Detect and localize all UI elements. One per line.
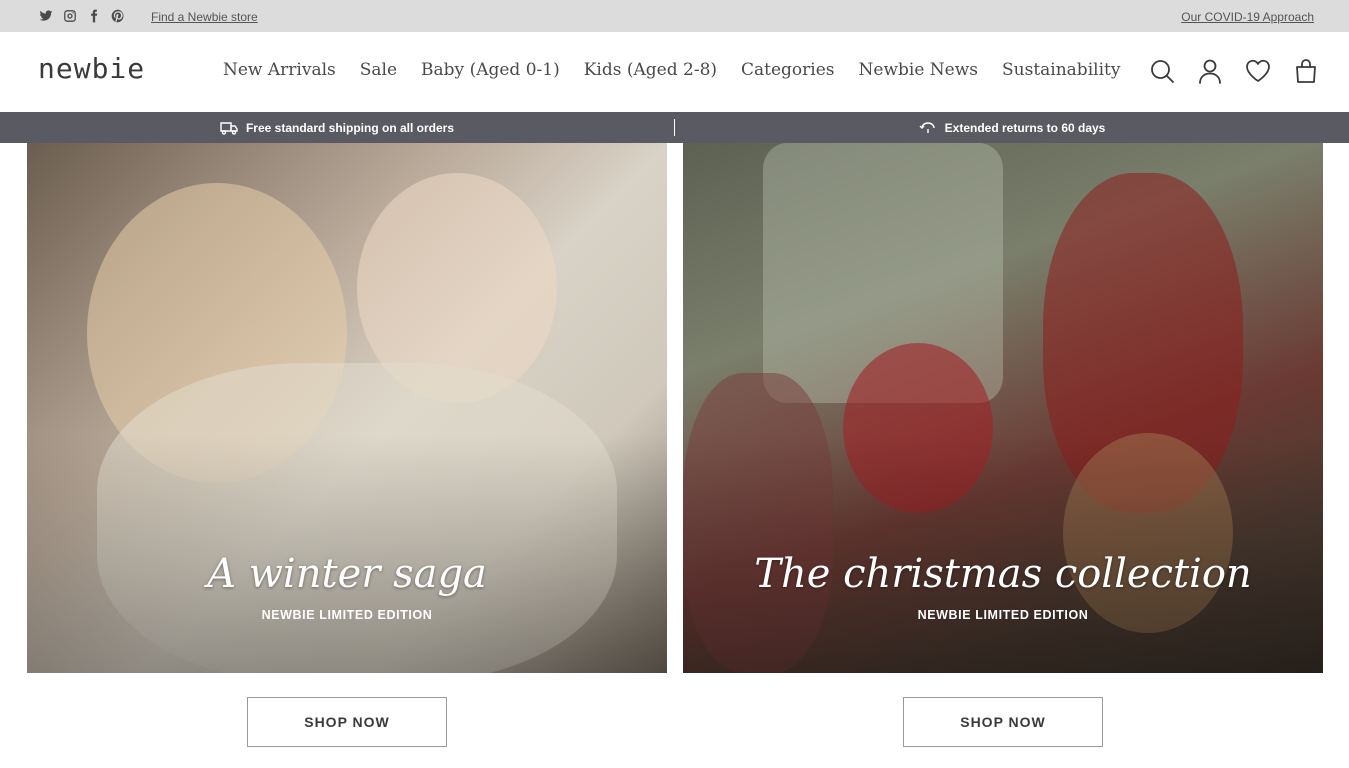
promo-tile-winter-saga[interactable]: A winter saga NEWBIE LIMITED EDITION bbox=[27, 143, 667, 673]
announcement-bar: Free standard shipping on all orders Ext… bbox=[0, 112, 1349, 143]
truck-icon bbox=[220, 121, 238, 135]
promo-tile-christmas-collection[interactable]: The christmas collection NEWBIE LIMITED … bbox=[683, 143, 1323, 673]
promo-subtitle: NEWBIE LIMITED EDITION bbox=[917, 608, 1089, 622]
shipping-announcement: Free standard shipping on all orders bbox=[0, 112, 674, 143]
search-icon[interactable] bbox=[1149, 58, 1175, 84]
shipping-text: Free standard shipping on all orders bbox=[245, 120, 455, 135]
header-icons bbox=[1149, 58, 1319, 84]
twitter-icon[interactable] bbox=[39, 9, 53, 23]
return-icon bbox=[919, 121, 935, 133]
covid-approach-link[interactable]: Our COVID-19 Approach bbox=[1181, 10, 1314, 24]
nav-sustainability[interactable]: Sustainability bbox=[1002, 60, 1120, 80]
nav-categories[interactable]: Categories bbox=[741, 60, 835, 80]
find-store-link[interactable]: Find a Newbie store bbox=[151, 10, 258, 24]
nav-kids[interactable]: Kids (Aged 2-8) bbox=[584, 60, 717, 80]
pinterest-icon[interactable] bbox=[111, 9, 125, 23]
bag-icon[interactable] bbox=[1293, 58, 1319, 84]
promo-subtitle: NEWBIE LIMITED EDITION bbox=[261, 608, 433, 622]
site-logo[interactable]: newbie bbox=[38, 52, 145, 85]
site-header: newbie New Arrivals Sale Baby (Aged 0-1)… bbox=[0, 32, 1349, 112]
nav-new-arrivals[interactable]: New Arrivals bbox=[223, 60, 336, 80]
wishlist-icon[interactable] bbox=[1245, 58, 1271, 84]
shop-now-button-christmas[interactable]: SHOP NOW bbox=[903, 697, 1103, 747]
account-icon[interactable] bbox=[1197, 58, 1223, 84]
shop-now-button-winter[interactable]: SHOP NOW bbox=[247, 697, 447, 747]
instagram-icon[interactable] bbox=[63, 9, 77, 23]
nav-baby[interactable]: Baby (Aged 0-1) bbox=[421, 60, 560, 80]
facebook-icon[interactable] bbox=[87, 9, 101, 23]
social-links bbox=[39, 9, 125, 23]
nav-newbie-news[interactable]: Newbie News bbox=[859, 60, 978, 80]
main-nav: New Arrivals Sale Baby (Aged 0-1) Kids (… bbox=[223, 60, 1120, 80]
returns-announcement: Extended returns to 60 days bbox=[675, 112, 1349, 143]
nav-sale[interactable]: Sale bbox=[360, 60, 397, 80]
returns-text: Extended returns to 60 days bbox=[944, 120, 1106, 135]
top-utility-bar: Find a Newbie store Our COVID-19 Approac… bbox=[0, 0, 1349, 32]
promo-title: A winter saga bbox=[207, 551, 487, 597]
promo-title: The christmas collection bbox=[754, 551, 1252, 597]
